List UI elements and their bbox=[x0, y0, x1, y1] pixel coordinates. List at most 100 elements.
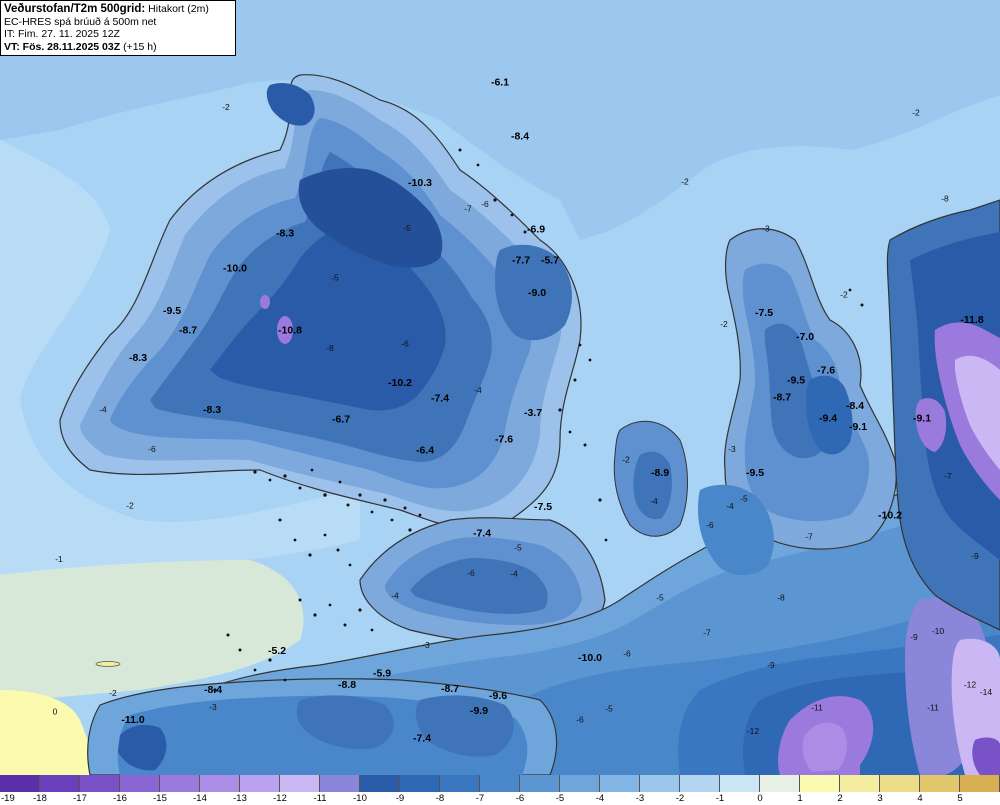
isotherm-label: -4 bbox=[726, 501, 734, 511]
colorbar-swatch bbox=[480, 775, 520, 792]
station-temp-label: -8.8 bbox=[338, 679, 356, 691]
isotherm-label: -8 bbox=[941, 194, 949, 204]
station-temp-label: -7.6 bbox=[817, 365, 835, 377]
colorbar-swatch bbox=[800, 775, 840, 792]
colorbar-swatch bbox=[120, 775, 160, 792]
station-temp-label: -8.7 bbox=[179, 324, 197, 336]
isotherm-label: -6 bbox=[623, 648, 631, 658]
colorbar-swatch bbox=[520, 775, 560, 792]
station-temp-label: -8.4 bbox=[204, 684, 222, 696]
isotherm-label: -6 bbox=[706, 520, 714, 530]
colorbar-swatches bbox=[0, 775, 1000, 792]
colorbar-tick-label: -16 bbox=[113, 793, 127, 804]
isotherm-label: 0 bbox=[53, 707, 58, 717]
station-temp-label: -6.9 bbox=[527, 224, 545, 236]
isotherm-label: -7 bbox=[703, 628, 711, 638]
isotherm-label: -4 bbox=[474, 385, 482, 395]
isotherm-label: -2 bbox=[109, 688, 117, 698]
station-temp-label: -8.7 bbox=[441, 683, 459, 695]
station-temp-label: -9.5 bbox=[163, 305, 181, 317]
colorbar-tick-label: -17 bbox=[73, 793, 87, 804]
colorbar-ticks: -19 -18 -17 -16 -15 -14 -13 -12 -11 -10 -9 -8 -7 -6 -5… bbox=[0, 792, 1000, 805]
isotherm-label: -6 bbox=[467, 568, 475, 578]
isotherm-label: -6 bbox=[148, 444, 156, 454]
station-temp-label: -9.1 bbox=[913, 413, 931, 425]
map-title-sub: Hitakort (2m) bbox=[148, 3, 209, 15]
isotherm-label: -9 bbox=[767, 660, 775, 670]
isotherm-label: -8 bbox=[326, 343, 334, 353]
isotherm-label: -4 bbox=[99, 404, 107, 414]
isotherm-label: -2 bbox=[222, 102, 230, 112]
station-temp-label: -10.0 bbox=[223, 262, 247, 274]
station-temp-label: -8.3 bbox=[129, 352, 147, 364]
isotherm-label: -2 bbox=[126, 500, 134, 510]
isotherm-label: -2 bbox=[681, 176, 689, 186]
isotherm-label: -5 bbox=[331, 273, 339, 283]
colorbar-swatch bbox=[160, 775, 200, 792]
station-temp-label: -7.0 bbox=[796, 331, 814, 343]
colorbar-tick-label: -5 bbox=[555, 793, 565, 804]
colorbar-tick-label: -2 bbox=[675, 793, 685, 804]
station-temp-label: -8.3 bbox=[203, 404, 221, 416]
station-temp-label: -6.4 bbox=[416, 444, 434, 456]
temperature-colorbar: -19 -18 -17 -16 -15 -14 -13 -12 -11 -10 -9 -8 -7 -6 -5… bbox=[0, 775, 1000, 805]
colorbar-swatch bbox=[280, 775, 320, 792]
valid-time-label: VT: Fös. 28.11.2025 03Z bbox=[4, 40, 121, 53]
weather-map-viewer: -6.1 -8.4 -10.3 -8.3 -6.9 -7.7 -5.7 -10.0 -9.0 -9… bbox=[0, 0, 1000, 805]
station-temp-label: -10.0 bbox=[578, 652, 602, 664]
station-temp-label: -9.6 bbox=[489, 690, 507, 702]
station-temp-label: -9.9 bbox=[470, 705, 488, 717]
colorbar-swatch bbox=[0, 775, 40, 792]
isotherm-label: -2 bbox=[840, 290, 848, 300]
isotherm-label: -7 bbox=[464, 204, 472, 214]
station-temp-label: -7.5 bbox=[755, 307, 773, 319]
isotherm-label: -3 bbox=[209, 702, 217, 712]
colorbar-swatch bbox=[680, 775, 720, 792]
station-temp-label: -5.9 bbox=[373, 668, 391, 680]
map-title-line: Veðurstofan/T2m 500grid: Hitakort (2m) bbox=[4, 3, 232, 16]
colorbar-swatch bbox=[40, 775, 80, 792]
isotherm-label: -5 bbox=[605, 703, 613, 713]
colorbar-tick-label: 0 bbox=[757, 793, 763, 804]
station-temp-label: -7.7 bbox=[512, 255, 530, 267]
isotherm-label: -14 bbox=[980, 687, 993, 697]
colorbar-swatch bbox=[200, 775, 240, 792]
colorbar-swatch bbox=[440, 775, 480, 792]
colorbar-swatch bbox=[880, 775, 920, 792]
isotherm-label: -6 bbox=[481, 199, 489, 209]
station-temp-label: -7.4 bbox=[473, 527, 491, 539]
colorbar-swatch bbox=[920, 775, 960, 792]
colorbar-swatch bbox=[760, 775, 800, 792]
colorbar-swatch bbox=[360, 775, 400, 792]
isotherm-label: -8 bbox=[777, 593, 785, 603]
isotherm-label: -9 bbox=[971, 551, 979, 561]
isotherm-label: -5 bbox=[514, 542, 522, 552]
isotherm-label: -6 bbox=[576, 714, 584, 724]
colorbar-swatch bbox=[240, 775, 280, 792]
station-temp-label: -7.5 bbox=[534, 501, 552, 513]
map-title: Veðurstofan/T2m 500grid: bbox=[4, 3, 146, 15]
colorbar-swatch bbox=[960, 775, 1000, 792]
isotherm-label: -4 bbox=[650, 496, 658, 506]
station-temp-label: -6.1 bbox=[491, 76, 509, 88]
colorbar-tick-label: -15 bbox=[153, 793, 167, 804]
colorbar-tick-label: -18 bbox=[33, 793, 47, 804]
isotherm-label: -5 bbox=[740, 493, 748, 503]
colorbar-tick-label: -10 bbox=[353, 793, 367, 804]
map-info-box: Veðurstofan/T2m 500grid: Hitakort (2m) E… bbox=[0, 0, 236, 56]
isotherm-label: -2 bbox=[622, 455, 630, 465]
colorbar-tick-label: 5 bbox=[957, 793, 963, 804]
isotherm-label: -12 bbox=[964, 679, 977, 689]
colorbar-tick-label: -8 bbox=[435, 793, 445, 804]
isotherm-label: -4 bbox=[391, 590, 399, 600]
station-temp-label: -8.7 bbox=[773, 392, 791, 404]
station-temp-label: -8.9 bbox=[651, 467, 669, 479]
colorbar-tick-label: -9 bbox=[395, 793, 405, 804]
isotherm-label: -3 bbox=[728, 444, 736, 454]
colorbar-swatch bbox=[600, 775, 640, 792]
colorbar-tick-label: -11 bbox=[313, 793, 327, 804]
colorbar-swatch bbox=[840, 775, 880, 792]
isotherm-label: -2 bbox=[912, 107, 920, 117]
station-temp-label: -10.3 bbox=[408, 177, 432, 189]
station-temp-label: -7.4 bbox=[413, 733, 431, 745]
